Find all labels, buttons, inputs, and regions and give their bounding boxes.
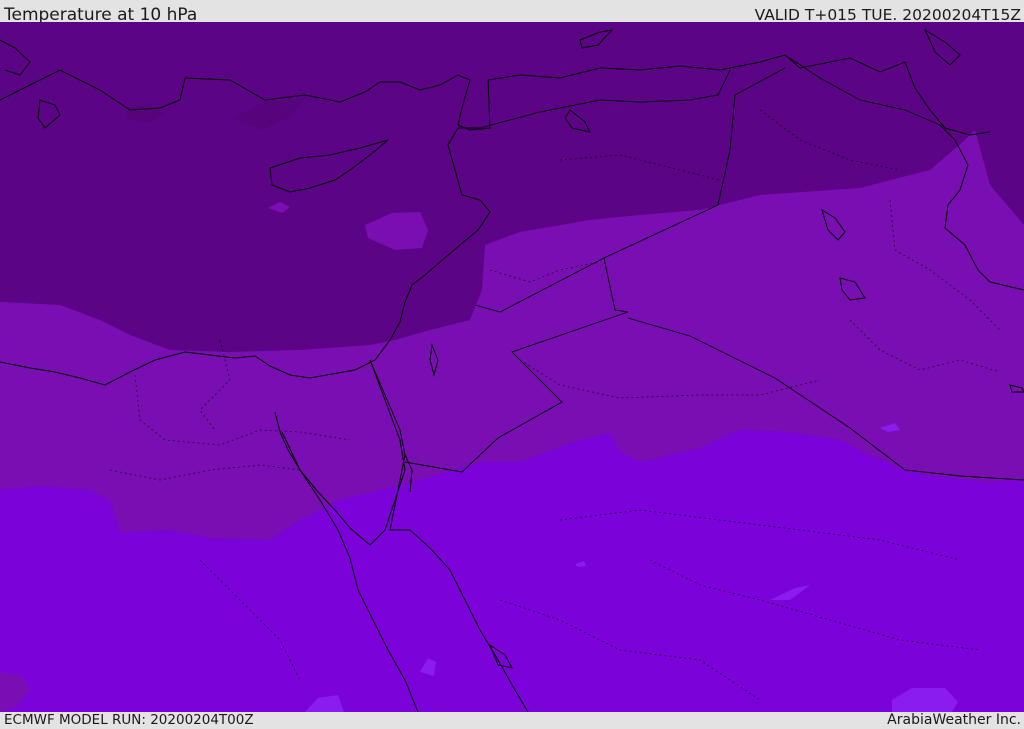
weather-map (0, 22, 1024, 712)
header-bar: Temperature at 10 hPa VALID T+015 TUE. 2… (0, 0, 1024, 25)
model-run: ECMWF MODEL RUN: 20200204T00Z (4, 712, 254, 728)
credit-label: ArabiaWeather Inc. (887, 712, 1021, 728)
footer-bar: ECMWF MODEL RUN: 20200204T00Z ArabiaWeat… (0, 712, 1024, 729)
